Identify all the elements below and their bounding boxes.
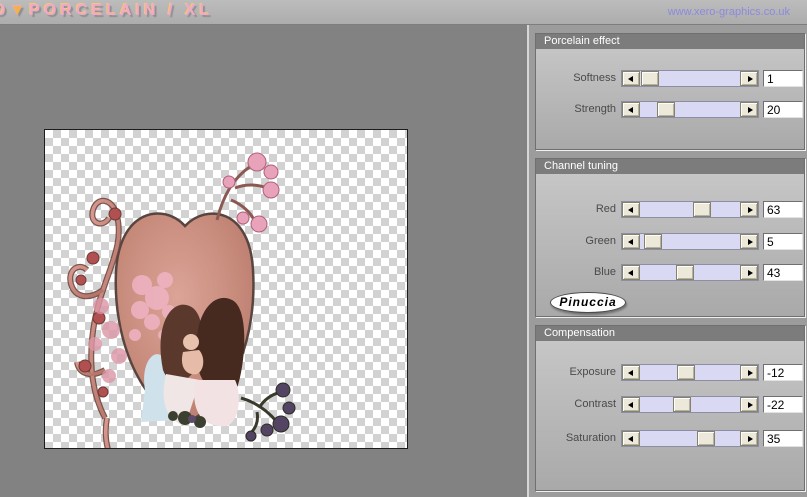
arrow-left-icon (628, 107, 633, 113)
slider-thumb[interactable] (676, 265, 695, 280)
slider-track[interactable] (621, 201, 759, 218)
slider-track[interactable] (621, 101, 759, 118)
slider-thumb[interactable] (696, 431, 715, 446)
arrow-right-icon (748, 207, 753, 213)
slider-right-arrow-button[interactable] (740, 71, 758, 86)
slider-track[interactable] (621, 430, 759, 447)
slider-left-arrow-button[interactable] (622, 431, 640, 446)
slider-label: Blue (593, 266, 616, 278)
slider-left-arrow-button[interactable] (622, 234, 640, 249)
arrow-right-icon (748, 436, 753, 442)
slider-label: Red (595, 203, 616, 215)
value-field[interactable]: 1 (763, 70, 803, 87)
arrow-left-icon (628, 270, 633, 276)
arrow-right-icon (748, 239, 753, 245)
slider-track[interactable] (621, 233, 759, 250)
slider-row: Softness 1 (536, 70, 804, 87)
slider-row: Exposure -12 (536, 364, 804, 381)
slider-label: Contrast (574, 398, 616, 410)
arrow-left-icon (628, 436, 633, 442)
arrow-left-icon (628, 402, 633, 408)
slider-track[interactable] (621, 70, 759, 87)
slider-thumb[interactable] (672, 397, 691, 412)
slider-label: Softness (573, 72, 616, 84)
value-field[interactable]: 43 (763, 264, 803, 281)
slider-right-arrow-button[interactable] (740, 265, 758, 280)
arrow-right-icon (748, 370, 753, 376)
slider-thumb[interactable] (656, 102, 675, 117)
slider-left-arrow-button[interactable] (622, 365, 640, 380)
section-compensation: Compensation Exposure -12 Contrast -22 S… (535, 325, 805, 491)
title-main: PORCELAIN / XL (29, 2, 214, 19)
slider-right-arrow-button[interactable] (740, 234, 758, 249)
slider-left-arrow-button[interactable] (622, 71, 640, 86)
section-porcelain-effect: Porcelain effect Softness 1 Strength 20 (535, 33, 805, 150)
slider-row: Saturation 35 (536, 430, 804, 447)
slider-right-arrow-button[interactable] (740, 431, 758, 446)
value-field[interactable]: -22 (763, 396, 803, 413)
slider-track[interactable] (621, 396, 759, 413)
slider-label: Green (585, 235, 616, 247)
website-link[interactable]: www.xero-graphics.co.uk (668, 6, 790, 18)
arrow-left-icon (628, 370, 633, 376)
slider-right-arrow-button[interactable] (740, 365, 758, 380)
triangle-marker-icon: ▼ (9, 2, 30, 19)
slider-thumb[interactable] (676, 365, 695, 380)
plugin-title: O▼PORCELAIN / XL (0, 2, 213, 20)
image-preview-canvas[interactable] (44, 129, 408, 449)
arrow-left-icon (628, 207, 633, 213)
section-header: Channel tuning (536, 159, 804, 174)
plugin-window: { "titlebar": { "title_prefix": "O", "ti… (0, 0, 807, 497)
slider-right-arrow-button[interactable] (740, 202, 758, 217)
slider-thumb[interactable] (644, 234, 663, 249)
slider-label: Exposure (569, 366, 616, 378)
arrow-left-icon (628, 239, 633, 245)
slider-left-arrow-button[interactable] (622, 397, 640, 412)
arrow-right-icon (748, 270, 753, 276)
value-field[interactable]: 20 (763, 101, 803, 118)
arrow-left-icon (628, 76, 633, 82)
slider-thumb[interactable] (692, 202, 711, 217)
workspace-background (0, 25, 527, 497)
arrow-right-icon (748, 76, 753, 82)
slider-left-arrow-button[interactable] (622, 102, 640, 117)
slider-right-arrow-button[interactable] (740, 397, 758, 412)
slider-track[interactable] (621, 364, 759, 381)
value-field[interactable]: 35 (763, 430, 803, 447)
section-header: Compensation (536, 326, 804, 341)
slider-row: Red 63 (536, 201, 804, 218)
slider-right-arrow-button[interactable] (740, 102, 758, 117)
slider-label: Saturation (565, 432, 616, 444)
slider-thumb[interactable] (640, 71, 659, 86)
arrow-right-icon (748, 107, 753, 113)
arrow-right-icon (748, 402, 753, 408)
slider-row: Contrast -22 (536, 396, 804, 413)
value-field[interactable]: 5 (763, 233, 803, 250)
section-header: Porcelain effect (536, 34, 804, 49)
slider-left-arrow-button[interactable] (622, 265, 640, 280)
preview-artwork (67, 152, 296, 448)
slider-row: Strength 20 (536, 101, 804, 118)
slider-label: Strength (574, 103, 616, 115)
slider-left-arrow-button[interactable] (622, 202, 640, 217)
slider-row: Blue 43 (536, 264, 804, 281)
value-field[interactable]: 63 (763, 201, 803, 218)
section-channel-tuning: Channel tuning Pinuccia Red 63 Green 5 B… (535, 158, 805, 317)
title-bar: O▼PORCELAIN / XL www.xero-graphics.co.uk (0, 0, 807, 25)
value-field[interactable]: -12 (763, 364, 803, 381)
slider-track[interactable] (621, 264, 759, 281)
slider-row: Green 5 (536, 233, 804, 250)
pinuccia-watermark-badge: Pinuccia (550, 292, 626, 313)
